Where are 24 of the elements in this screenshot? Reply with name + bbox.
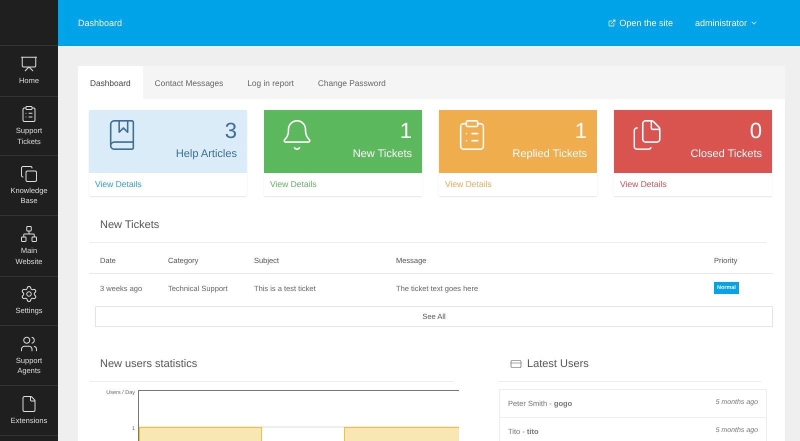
stacked-windows-icon bbox=[20, 164, 38, 183]
stat-count: 1 bbox=[400, 118, 412, 144]
stat-label: New Tickets bbox=[352, 148, 412, 160]
stat-label: Replied Tickets bbox=[512, 148, 587, 160]
latest-users-title: Latest Users bbox=[527, 358, 589, 370]
tab[interactable]: Dashboard bbox=[78, 66, 143, 99]
stat-label: Closed Tickets bbox=[690, 148, 762, 160]
clipboard-icon bbox=[20, 105, 38, 124]
presentation-board-icon bbox=[20, 55, 38, 74]
people-icon bbox=[20, 334, 38, 353]
view-details-link[interactable]: View Details bbox=[614, 173, 772, 196]
chevron-down-icon bbox=[750, 19, 758, 27]
external-link-icon bbox=[608, 19, 616, 27]
settings-icon bbox=[20, 285, 38, 304]
sitemap-icon bbox=[20, 225, 38, 244]
stat-label: Help Articles bbox=[176, 148, 237, 160]
section-title: New Tickets bbox=[89, 214, 767, 243]
page-title: Dashboard bbox=[78, 18, 124, 28]
section-title: New users statistics bbox=[89, 353, 453, 382]
document-icon bbox=[20, 394, 38, 413]
stat-count: 0 bbox=[750, 118, 762, 144]
stat-count: 3 bbox=[224, 118, 237, 144]
stat-count: 1 bbox=[574, 118, 587, 144]
card-icon bbox=[510, 358, 522, 370]
